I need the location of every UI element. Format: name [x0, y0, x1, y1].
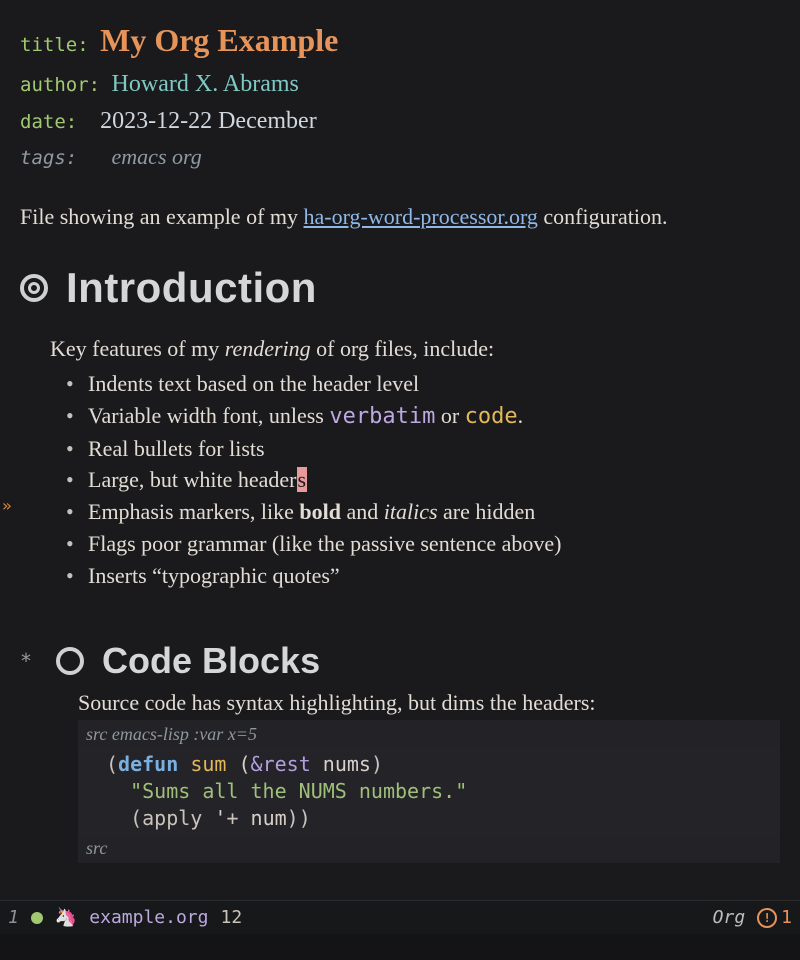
list-item: Large, but white headers	[66, 464, 780, 496]
editor-buffer[interactable]: title: My Org Example author: Howard X. …	[0, 0, 800, 900]
buffer-name[interactable]: example.org	[89, 907, 208, 928]
list-item: Indents text based on the header level	[66, 368, 780, 400]
flycheck-indicator[interactable]: ! 1	[757, 907, 792, 928]
heading-star: *	[20, 649, 32, 673]
list-item: Inserts “typographic quotes”	[66, 560, 780, 592]
heading-bullet-icon	[56, 647, 84, 675]
text-cursor: s	[297, 467, 308, 492]
features-list: Indents text based on the header level V…	[66, 368, 780, 592]
tags-value: emacs org	[112, 144, 202, 169]
title-value: My Org Example	[100, 22, 338, 58]
list-item: Variable width font, unless verbatim or …	[66, 400, 780, 433]
modified-indicator-icon	[31, 912, 43, 924]
author-key: author	[20, 74, 89, 96]
meta-date-line: date: 2023-12-22 December	[20, 103, 780, 140]
mode-icon: 🦄	[55, 907, 77, 928]
heading-introduction[interactable]: Introduction	[20, 264, 780, 312]
date-key: date	[20, 111, 66, 133]
date-value: 2023-12-22 December	[100, 108, 317, 134]
warning-icon: !	[757, 908, 777, 928]
fringe-indicator-icon: »	[2, 496, 12, 515]
tags-key: tags:	[20, 147, 77, 169]
major-mode[interactable]: Org	[713, 907, 746, 928]
verbatim-text: verbatim	[329, 404, 435, 429]
section-introduction: Introduction Key features of my renderin…	[20, 264, 780, 592]
minibuffer[interactable]	[0, 934, 800, 960]
warning-count: 1	[781, 907, 792, 928]
meta-title-line: title: My Org Example	[20, 16, 780, 66]
src-block-header: src emacs-lisp :var x=5	[78, 722, 780, 747]
src-intro-text: Source code has syntax highlighting, but…	[78, 690, 780, 716]
heading-bullet-icon	[20, 274, 48, 302]
config-link[interactable]: ha-org-word-processor.org	[304, 204, 538, 229]
meta-tags-line: tags: emacs org	[20, 140, 780, 174]
window-number: 1	[8, 907, 19, 928]
src-block: src emacs-lisp :var x=5 (defun sum (&res…	[78, 720, 780, 863]
meta-author-line: author: Howard X. Abrams	[20, 66, 780, 103]
heading-code-blocks[interactable]: * Code Blocks	[20, 640, 780, 682]
section-code-blocks: * Code Blocks Source code has syntax hig…	[20, 640, 780, 863]
line-number: 12	[220, 907, 242, 928]
features-lead: Key features of my rendering of org file…	[50, 336, 780, 362]
list-item: Emphasis markers, like bold and italics …	[66, 496, 780, 528]
list-item: Flags poor grammar (like the passive sen…	[66, 528, 780, 560]
intro-paragraph: File showing an example of my ha-org-wor…	[20, 202, 780, 232]
src-block-footer: src	[78, 836, 780, 861]
title-key: title	[20, 34, 77, 56]
code-body[interactable]: (defun sum (&rest nums) "Sums all the NU…	[78, 747, 780, 836]
heading-text: Introduction	[66, 264, 317, 312]
list-item: Real bullets for lists	[66, 433, 780, 465]
author-value: Howard X. Abrams	[112, 71, 299, 97]
mode-line[interactable]: 1 🦄 example.org 12 Org ! 1	[0, 900, 800, 934]
code-text: code	[465, 404, 518, 429]
heading-text: Code Blocks	[102, 640, 320, 682]
